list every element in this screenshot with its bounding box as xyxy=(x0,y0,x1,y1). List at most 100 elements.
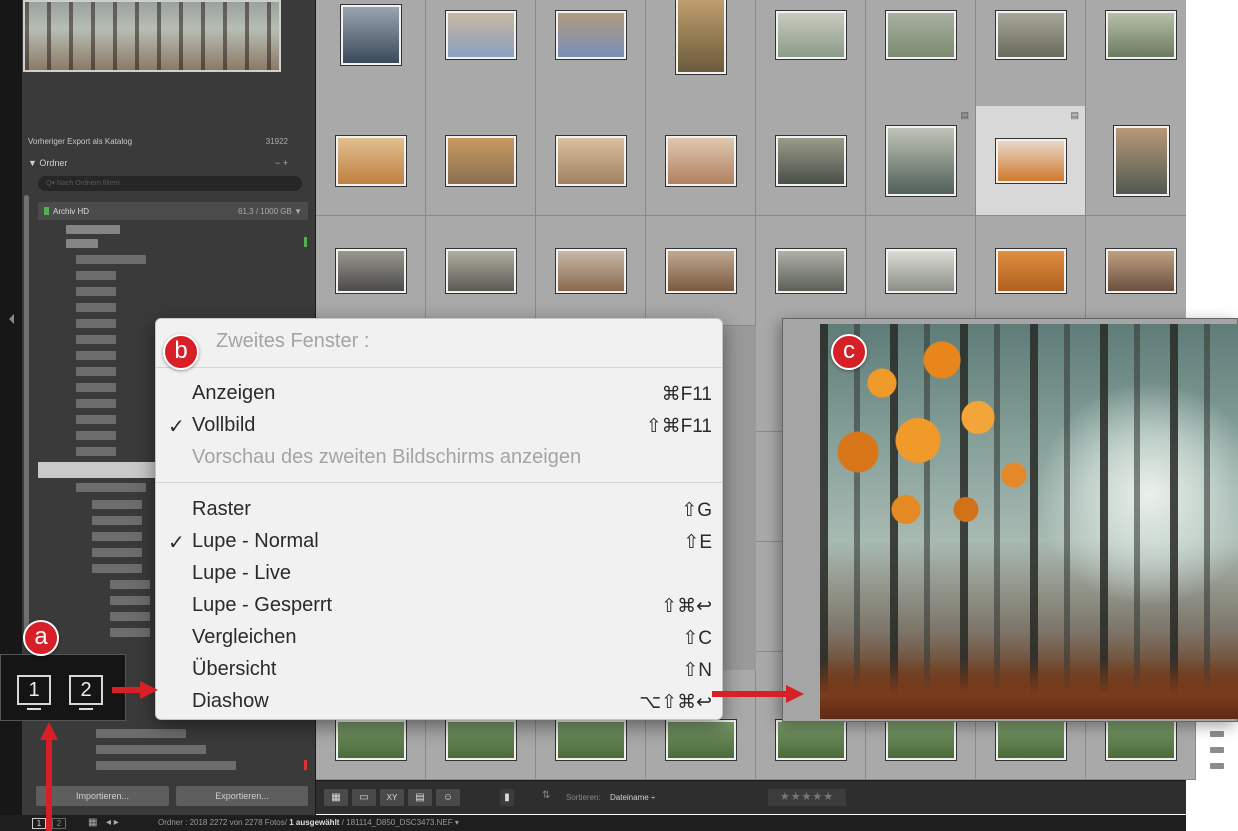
folder-row[interactable] xyxy=(110,580,150,589)
menu-item-anzeigen[interactable]: Anzeigen ⌘F11 xyxy=(156,380,722,410)
photo-thumbnail[interactable] xyxy=(556,720,626,760)
photo-thumbnail[interactable] xyxy=(776,249,846,293)
folder-search-input[interactable]: Q▾ Nach Ordnern filtern xyxy=(38,176,302,191)
folder-row[interactable] xyxy=(96,761,236,770)
folder-row[interactable] xyxy=(92,564,142,573)
folder-row[interactable] xyxy=(76,367,116,376)
folder-row[interactable] xyxy=(92,548,142,557)
folders-panel-header[interactable]: ▼ Ordner − + xyxy=(22,154,294,172)
folder-row[interactable] xyxy=(76,287,116,296)
volume-row[interactable]: Archiv HD 61,3 / 1000 GB ▼ xyxy=(38,202,308,220)
grid-cell[interactable] xyxy=(426,106,536,216)
grid-view-icon[interactable]: ▦ xyxy=(324,789,348,806)
folder-row[interactable] xyxy=(96,745,206,754)
grid-cell[interactable] xyxy=(976,0,1086,110)
photo-thumbnail[interactable] xyxy=(556,136,626,186)
photo-thumbnail[interactable] xyxy=(446,136,516,186)
collapse-left-panel-icon[interactable] xyxy=(9,314,14,324)
photo-thumbnail[interactable] xyxy=(446,249,516,293)
grid-cell[interactable] xyxy=(756,216,866,326)
primary-window-button[interactable]: 1 xyxy=(17,675,51,710)
people-view-icon[interactable]: ☺ xyxy=(436,789,460,806)
folder-row[interactable] xyxy=(92,516,142,525)
folder-row[interactable] xyxy=(76,415,116,424)
folder-row[interactable] xyxy=(66,225,120,234)
photo-thumbnail[interactable] xyxy=(336,136,406,186)
grid-cell[interactable] xyxy=(316,106,426,216)
folder-row[interactable] xyxy=(76,431,116,440)
photo-thumbnail[interactable] xyxy=(996,249,1066,293)
menu-item-diashow[interactable]: Diashow ⌥⇧⌘↩ xyxy=(156,688,722,718)
photo-thumbnail[interactable] xyxy=(996,139,1066,183)
folders-add-remove-icon[interactable]: − + xyxy=(275,158,288,168)
folder-row[interactable] xyxy=(76,351,116,360)
menu-item-vollbild[interactable]: ✓ Vollbild ⇧⌘F11 xyxy=(156,412,722,442)
photo-thumbnail[interactable] xyxy=(341,5,401,65)
grid-cell[interactable] xyxy=(316,0,426,110)
sort-dropdown[interactable]: Dateiname ÷ xyxy=(610,793,655,802)
photo-thumbnail[interactable] xyxy=(1113,126,1169,196)
grid-cell[interactable] xyxy=(426,216,536,326)
menu-item-uebersicht[interactable]: Übersicht ⇧N xyxy=(156,656,722,686)
folder-row[interactable] xyxy=(110,596,150,605)
menu-item-lupe-normal[interactable]: ✓ Lupe - Normal ⇧E xyxy=(156,528,722,558)
grid-cell[interactable] xyxy=(1086,106,1196,216)
photo-thumbnail[interactable] xyxy=(556,11,626,59)
left-panel-scrollbar[interactable] xyxy=(24,195,29,635)
metadata-badge-icon[interactable]: ▤ xyxy=(1070,110,1079,121)
spray-can-icon[interactable]: ▮ xyxy=(500,789,514,806)
folder-row[interactable] xyxy=(76,383,116,392)
grid-cell[interactable] xyxy=(866,0,976,110)
menu-item-raster[interactable]: Raster ⇧G xyxy=(156,496,722,526)
grid-cell[interactable] xyxy=(536,106,646,216)
grid-cell[interactable] xyxy=(1086,216,1196,326)
photo-thumbnail[interactable] xyxy=(996,11,1066,59)
grid-cell[interactable] xyxy=(646,106,756,216)
secondary-window-button[interactable]: 2 xyxy=(69,675,103,710)
photo-thumbnail[interactable] xyxy=(446,11,516,59)
grid-cell[interactable] xyxy=(536,0,646,110)
grid-cell[interactable]: ▤ xyxy=(976,106,1086,216)
grid-cell[interactable]: ▤ xyxy=(866,106,976,216)
grid-cell[interactable] xyxy=(426,0,536,110)
menu-item-vergleichen[interactable]: Vergleichen ⇧C xyxy=(156,624,722,654)
grid-cell[interactable] xyxy=(866,216,976,326)
photo-thumbnail[interactable] xyxy=(666,249,736,293)
grid-cell[interactable] xyxy=(316,216,426,326)
loupe-view-icon[interactable]: ▭ xyxy=(352,789,376,806)
import-button[interactable]: Importieren... xyxy=(36,786,169,806)
survey-view-icon[interactable]: ▤ xyxy=(408,789,432,806)
photo-thumbnail[interactable] xyxy=(666,720,736,760)
second-window-button[interactable]: 2 xyxy=(52,818,66,829)
folder-row[interactable] xyxy=(76,319,116,328)
folder-row[interactable] xyxy=(76,335,116,344)
catalog-item-previous-export[interactable]: Vorheriger Export als Katalog 31922 xyxy=(22,132,294,150)
grid-cell[interactable] xyxy=(756,0,866,110)
sort-direction-icon[interactable]: ⇅ xyxy=(542,790,550,801)
metadata-badge-icon[interactable]: ▤ xyxy=(960,110,969,121)
photo-thumbnail[interactable] xyxy=(1106,11,1176,59)
menu-item-lupe-gesperrt[interactable]: Lupe - Gesperrt ⇧⌘↩ xyxy=(156,592,722,622)
grid-cell[interactable] xyxy=(976,216,1086,326)
photo-thumbnail[interactable] xyxy=(886,249,956,293)
photo-thumbnail[interactable] xyxy=(1106,720,1176,760)
folder-row[interactable] xyxy=(76,483,146,492)
photo-thumbnail[interactable] xyxy=(336,249,406,293)
photo-thumbnail[interactable] xyxy=(446,720,516,760)
folder-row[interactable] xyxy=(92,500,142,509)
photo-thumbnail[interactable] xyxy=(886,720,956,760)
grid-toggle-icon[interactable]: ▦ xyxy=(88,817,97,828)
photo-thumbnail[interactable] xyxy=(1106,249,1176,293)
folder-row[interactable] xyxy=(66,239,98,248)
folder-row[interactable] xyxy=(76,447,116,456)
folder-row[interactable] xyxy=(76,255,146,264)
menu-item-lupe-live[interactable]: Lupe - Live xyxy=(156,560,722,590)
folder-row[interactable] xyxy=(76,271,116,280)
photo-thumbnail[interactable] xyxy=(336,720,406,760)
compare-view-icon[interactable]: XY xyxy=(380,789,404,806)
photo-thumbnail[interactable] xyxy=(676,0,726,74)
photo-thumbnail[interactable] xyxy=(666,136,736,186)
status-suffix[interactable]: / 181114_D850_DSC3473.NEF ▾ xyxy=(342,818,459,827)
star-rating-icon[interactable]: ★★★★★ xyxy=(768,789,846,806)
photo-thumbnail[interactable] xyxy=(556,249,626,293)
